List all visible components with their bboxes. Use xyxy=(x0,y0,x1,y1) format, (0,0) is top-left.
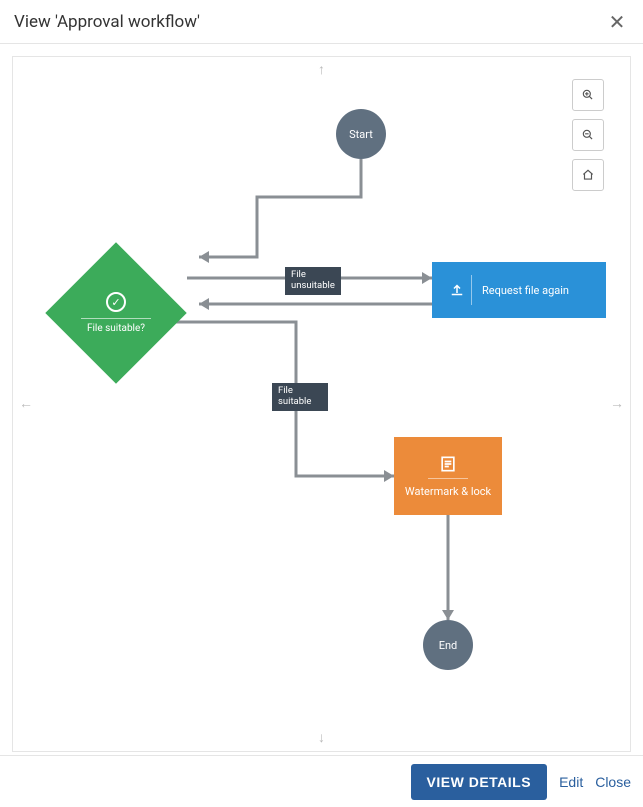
document-icon xyxy=(428,454,468,479)
close-icon[interactable]: ✕ xyxy=(605,10,629,34)
node-request-label: Request file again xyxy=(482,284,569,297)
zoom-home-button[interactable] xyxy=(572,159,604,191)
workflow-canvas[interactable]: Start ✓ File suitable? Request file agai… xyxy=(12,56,631,752)
close-button[interactable]: Close xyxy=(595,774,631,790)
node-watermark[interactable]: Watermark & lock xyxy=(394,437,502,515)
node-decision[interactable]: ✓ File suitable? xyxy=(46,243,186,383)
edge-label-suitable: File suitable xyxy=(272,383,328,411)
zoom-in-button[interactable] xyxy=(572,79,604,111)
view-details-button[interactable]: VIEW DETAILS xyxy=(411,764,548,800)
modal-title: View 'Approval workflow' xyxy=(14,12,200,32)
home-icon xyxy=(581,168,595,182)
edge-label-unsuitable: File unsuitable xyxy=(285,267,341,295)
node-watermark-label: Watermark & lock xyxy=(405,485,491,498)
pan-left-arrow[interactable]: ← xyxy=(19,397,33,411)
upload-icon xyxy=(442,275,472,305)
node-end-label: End xyxy=(439,639,458,652)
node-request[interactable]: Request file again xyxy=(432,262,606,318)
node-start-label: Start xyxy=(349,128,373,141)
zoom-in-icon xyxy=(581,88,595,102)
zoom-out-icon xyxy=(581,128,595,142)
check-circle-icon: ✓ xyxy=(106,292,126,312)
node-decision-label: File suitable? xyxy=(81,318,151,334)
pan-up-arrow[interactable]: ↑ xyxy=(318,63,325,77)
pan-down-arrow[interactable]: ↓ xyxy=(318,731,325,745)
edit-button[interactable]: Edit xyxy=(559,774,583,790)
node-end[interactable]: End xyxy=(423,620,473,670)
node-start[interactable]: Start xyxy=(336,109,386,159)
zoom-out-button[interactable] xyxy=(572,119,604,151)
pan-right-arrow[interactable]: → xyxy=(610,397,624,411)
